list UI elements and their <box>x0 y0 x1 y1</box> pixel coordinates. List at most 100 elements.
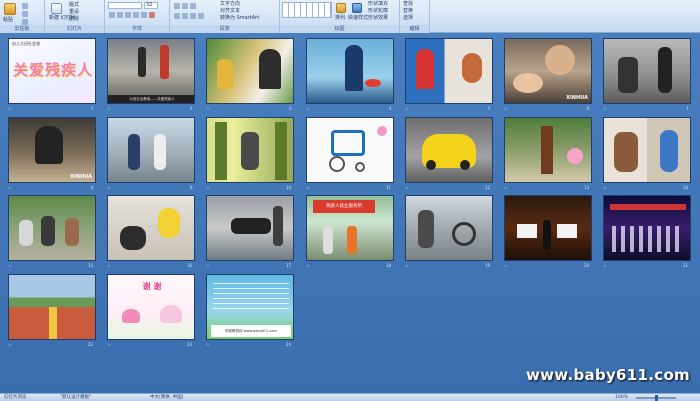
find-button[interactable]: 查找 <box>403 1 413 8</box>
slide-11-icon: ☆ <box>306 185 310 190</box>
paste-button[interactable]: 粘贴 <box>3 17 13 24</box>
slide-2-caption: 大班社会教案——关爱残疾人 <box>108 95 194 103</box>
slide-thumbnail-21[interactable] <box>603 195 691 261</box>
arrange-button[interactable]: 排列 <box>335 15 345 22</box>
slide-4-number: 4 <box>389 106 392 111</box>
slide-thumbnail-11[interactable] <box>306 117 394 183</box>
slide-21-number: 21 <box>683 263 689 268</box>
delete-button[interactable]: 删除 <box>69 16 79 23</box>
slide-7-icon: ☆ <box>603 106 607 111</box>
slide-12-number: 12 <box>485 185 491 190</box>
clipboard-group-label: 剪贴板 <box>0 25 44 33</box>
shape-outline-button[interactable]: 形状轮廓 <box>368 8 388 15</box>
slide-2-icon: ☆ <box>107 106 111 111</box>
slide-24-icon: ☆ <box>206 342 210 347</box>
align-text-button[interactable]: 对齐文本 <box>220 8 240 15</box>
align-left-icon[interactable] <box>174 13 180 19</box>
convert-smartart-button[interactable]: 转换为 SmartArt <box>220 15 259 22</box>
italic-icon[interactable] <box>117 12 123 18</box>
text-direction-button[interactable]: 文字方向 <box>220 1 240 8</box>
slide-5-icon: ☆ <box>405 106 409 111</box>
shadow-icon[interactable] <box>141 12 147 18</box>
slide-thumbnail-2[interactable]: 大班社会教案——关爱残疾人 <box>107 38 195 104</box>
slide-10-number: 10 <box>286 185 292 190</box>
slide-18-icon: ☆ <box>306 263 310 268</box>
quick-styles-icon[interactable] <box>352 3 362 13</box>
editing-group-label: 编辑 <box>400 25 429 33</box>
slide-22-icon: ☆ <box>8 342 12 347</box>
zoom-slider-knob[interactable] <box>655 395 658 401</box>
slide-thumbnail-20[interactable] <box>504 195 592 261</box>
cut-icon[interactable] <box>22 3 28 9</box>
font-name-box[interactable] <box>108 2 142 9</box>
numbering-icon[interactable] <box>182 3 188 9</box>
slide-thumbnail-10[interactable] <box>206 117 294 183</box>
replace-button[interactable]: 替换 <box>403 8 413 15</box>
slide-thumbnail-7[interactable] <box>603 38 691 104</box>
slide-thumbnail-5[interactable] <box>405 38 493 104</box>
indent-icon[interactable] <box>190 3 196 9</box>
bold-icon[interactable] <box>109 12 115 18</box>
slide-thumbnail-22[interactable] <box>8 274 96 340</box>
zoom-level[interactable]: 100% <box>615 395 628 401</box>
slide-4-icon: ☆ <box>306 106 310 111</box>
justify-icon[interactable] <box>198 13 204 19</box>
shapes-gallery[interactable] <box>282 2 332 18</box>
align-right-icon[interactable] <box>190 13 196 19</box>
slide-3-number: 3 <box>289 106 292 111</box>
reset-button[interactable]: 重设 <box>69 9 79 16</box>
slide-5-number: 5 <box>488 106 491 111</box>
slide-thumbnail-16[interactable] <box>107 195 195 261</box>
font-color-icon[interactable] <box>149 12 155 18</box>
view-mode-label: 幻灯片浏览 <box>4 395 27 400</box>
slide-15-icon: ☆ <box>8 263 12 268</box>
slide-thumbnail-15[interactable] <box>8 195 96 261</box>
slide-thumbnail-3[interactable] <box>206 38 294 104</box>
shape-effects-button[interactable]: 形状效果 <box>368 15 388 22</box>
slide-thumbnail-12[interactable] <box>405 117 493 183</box>
slide-thumbnail-24[interactable]: 学前教育网 www.baby611.com <box>206 274 294 340</box>
slide-thumbnail-19[interactable] <box>405 195 493 261</box>
underline-icon[interactable] <box>125 12 131 18</box>
copy-icon[interactable] <box>22 11 28 17</box>
slide-8-caption: XINHUA <box>70 174 92 180</box>
slide-3-icon: ☆ <box>206 106 210 111</box>
slide-thumbnail-9[interactable] <box>107 117 195 183</box>
slide-19-number: 19 <box>485 263 491 268</box>
font-size-box[interactable]: 32 <box>144 2 158 9</box>
strikethrough-icon[interactable] <box>133 12 139 18</box>
slide-thumbnail-17[interactable] <box>206 195 294 261</box>
quick-styles-button[interactable]: 快速样式 <box>348 15 368 22</box>
shape-fill-button[interactable]: 形状填充 <box>368 1 388 8</box>
slide-thumbnail-4[interactable] <box>306 38 394 104</box>
align-center-icon[interactable] <box>182 13 188 19</box>
slide-thumbnail-23[interactable]: 谢 谢 <box>107 274 195 340</box>
editing-group: 查找 替换 选择 编辑 <box>400 0 430 33</box>
slide-9-number: 9 <box>190 185 193 190</box>
slide-thumbnail-8[interactable]: XINHUA <box>8 117 96 183</box>
slide-14-icon: ☆ <box>603 185 607 190</box>
clipboard-group: 粘贴 剪贴板 <box>0 0 45 33</box>
slide-7-number: 7 <box>686 106 689 111</box>
arrange-icon[interactable] <box>336 3 346 13</box>
paste-icon[interactable] <box>4 3 16 15</box>
font-group: 32 字体 <box>105 0 170 33</box>
slide-thumbnail-14[interactable] <box>603 117 691 183</box>
slide-thumbnail-1[interactable]: 幼儿大班社会课 关爱残疾人 <box>8 38 96 104</box>
font-group-label: 字体 <box>105 25 169 33</box>
bullets-icon[interactable] <box>174 3 180 9</box>
slide-13-icon: ☆ <box>504 185 508 190</box>
paragraph-group: 文字方向 对齐文本 转换为 SmartArt 段落 <box>170 0 280 33</box>
slide-thumbnail-18[interactable]: 残疾人就业服务所 <box>306 195 394 261</box>
slide-15-number: 15 <box>88 263 94 268</box>
layout-button[interactable]: 版式 <box>69 2 79 9</box>
slide-14-number: 14 <box>683 185 689 190</box>
new-slide-icon[interactable] <box>51 3 62 14</box>
slide-thumbnail-6[interactable]: XINHUA <box>504 38 592 104</box>
slide-20-icon: ☆ <box>504 263 508 268</box>
slide-16-icon: ☆ <box>107 263 111 268</box>
select-button[interactable]: 选择 <box>403 15 413 22</box>
slide-thumbnail-13[interactable] <box>504 117 592 183</box>
slide-8-icon: ☆ <box>8 185 12 190</box>
theme-label: "默认设计模板" <box>60 395 92 400</box>
